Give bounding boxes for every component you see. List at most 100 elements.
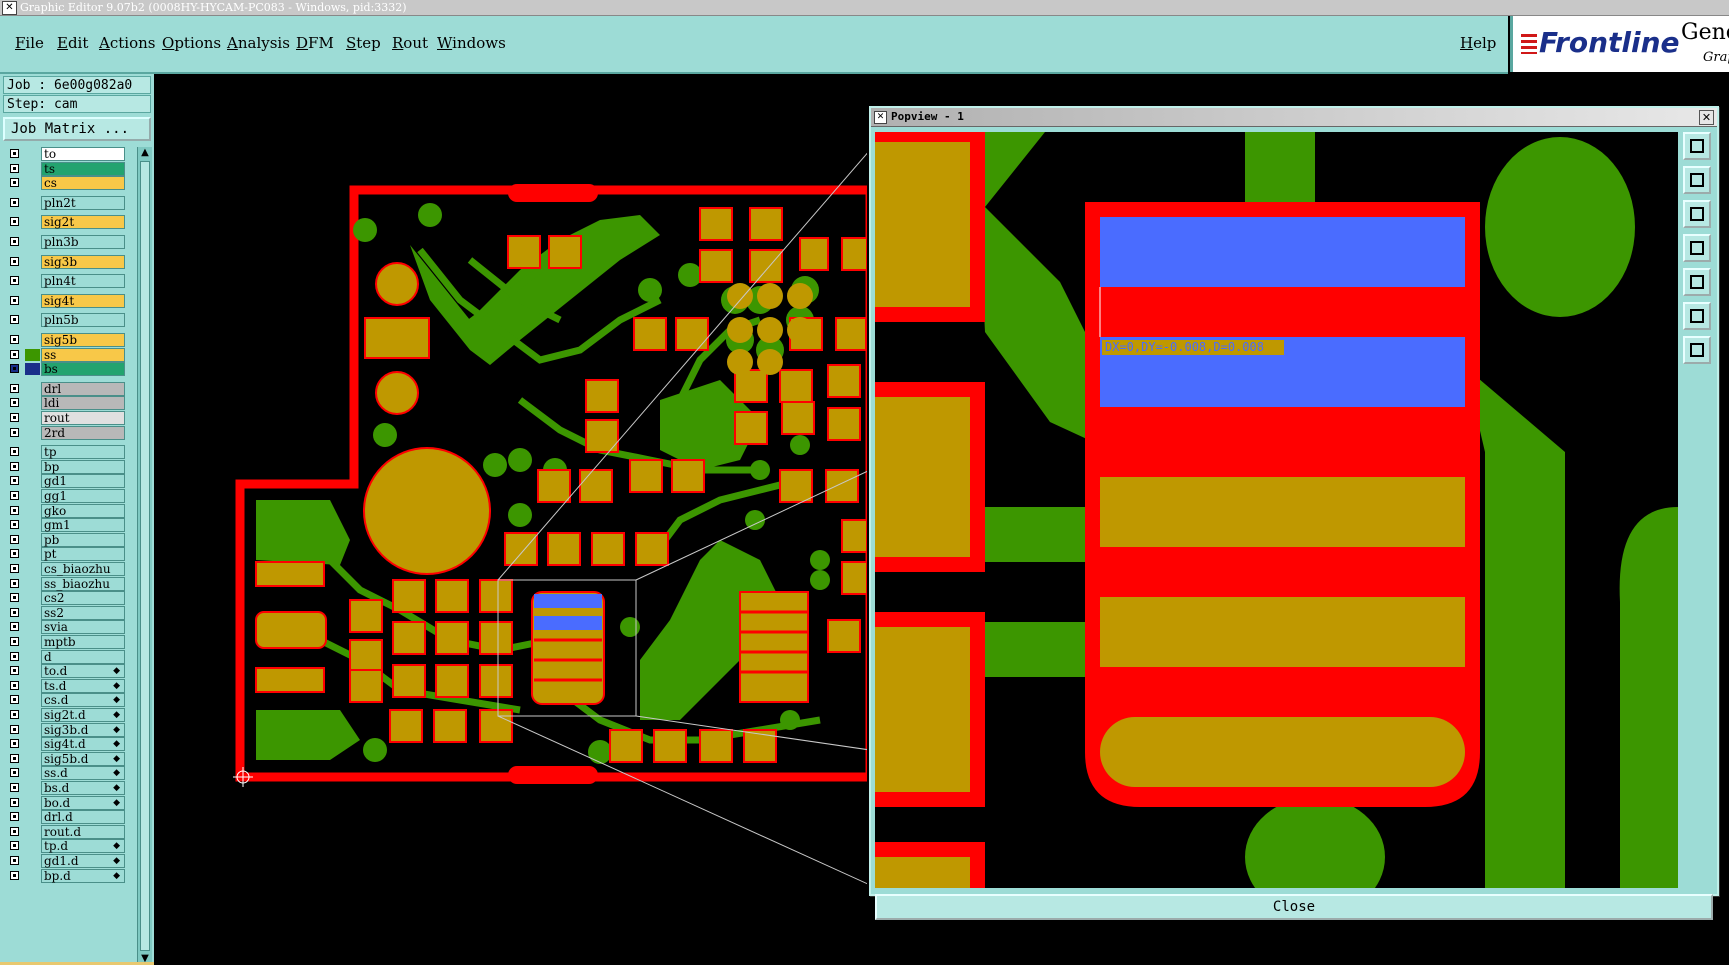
layer-checkbox[interactable] [10,256,19,266]
layer-checkbox[interactable] [10,549,19,559]
layer-checkbox[interactable] [10,768,19,778]
layer-checkbox[interactable] [10,197,19,207]
layer-checkbox[interactable] [10,739,19,749]
layer-row[interactable]: ldi [3,396,127,411]
zoom-in-icon[interactable] [1683,336,1711,364]
layer-checkbox[interactable] [10,364,19,374]
layer-name[interactable]: bo.d ◆ [41,795,125,810]
layer-name[interactable]: ss2 [41,605,125,620]
menu-options[interactable]: Options [162,34,221,52]
layer-row[interactable]: bp [3,459,127,474]
job-matrix-button[interactable]: Job Matrix ... [3,117,151,141]
layer-name[interactable]: sig2t.d ◆ [41,708,125,722]
layer-row[interactable]: pt [3,547,127,562]
fit-window-icon[interactable] [1683,132,1711,160]
layer-row[interactable]: pln4t [3,274,127,289]
layer-name[interactable]: cs_biaozhu [41,562,125,576]
layer-checkbox[interactable] [10,856,19,865]
menu-windows[interactable]: Windows [437,34,506,52]
layer-row[interactable]: rout [3,411,127,425]
layer-name[interactable]: pb [41,532,125,547]
layer-name[interactable]: pln4t [41,274,125,289]
close-button[interactable]: Close [875,894,1713,920]
layer-row[interactable]: ts.d ◆ [3,678,127,693]
layer-name[interactable]: gm1 [41,518,125,533]
layer-checkbox[interactable] [10,315,19,325]
close-icon[interactable]: ✕ [1699,110,1714,125]
layer-name[interactable]: sig4t [41,293,125,308]
layer-name[interactable]: gko [41,503,125,518]
layer-checkbox[interactable] [10,447,19,457]
layer-name[interactable]: sig5b [41,333,125,347]
layer-row[interactable]: cs2 [3,591,127,606]
menu-step[interactable]: Step [346,34,381,52]
layer-row[interactable]: ss_biaozhu [3,576,127,591]
layer-checkbox[interactable] [10,812,19,822]
layer-name[interactable]: 2rd [41,425,125,440]
layer-checkbox[interactable] [10,695,19,705]
layer-name[interactable]: ss [41,347,125,362]
layer-name[interactable]: ts.d ◆ [41,678,125,693]
layer-checkbox[interactable] [10,534,19,544]
layer-row[interactable]: sig3b.d ◆ [3,722,127,737]
layer-checkbox[interactable] [10,505,19,515]
menu-rout[interactable]: Rout [392,34,428,52]
layer-name[interactable]: bs [41,362,125,377]
layer-checkbox[interactable] [10,753,19,763]
scroll-up-icon[interactable]: ▲ [139,147,151,159]
layer-name[interactable]: cs [41,176,125,191]
layer-checkbox[interactable] [10,607,19,617]
layer-name[interactable]: pln3b [41,235,125,249]
layer-row[interactable]: gd1 [3,474,127,489]
layer-name[interactable]: sig3b.d ◆ [41,722,125,737]
layer-checkbox[interactable] [10,163,19,173]
layer-checkbox[interactable] [10,637,19,646]
layer-checkbox[interactable] [10,841,19,851]
layer-row[interactable]: ss.d ◆ [3,766,127,781]
layer-checkbox[interactable] [10,295,19,305]
layer-checkbox[interactable] [10,217,19,227]
layer-row[interactable]: sig4t.d ◆ [3,737,127,752]
layer-name[interactable]: sig5b.d ◆ [41,751,125,766]
layer-row[interactable]: svia [3,620,127,635]
layer-checkbox[interactable] [10,666,19,676]
layer-row[interactable]: ss [3,347,127,362]
layer-checkbox[interactable] [10,149,19,158]
layer-row[interactable]: rout.d [3,824,127,839]
layer-name[interactable]: drl.d [41,810,125,825]
app-icon[interactable]: ✕ [2,1,17,15]
pan-up-icon[interactable] [1683,166,1711,194]
layer-checkbox[interactable] [10,710,19,719]
layer-row[interactable]: pb [3,532,127,547]
pan-left-icon[interactable] [1683,234,1711,262]
layer-row[interactable]: gm1 [3,518,127,533]
layer-checkbox[interactable] [10,520,19,530]
layer-checkbox[interactable] [10,724,19,734]
layer-checkbox[interactable] [10,593,19,603]
layer-checkbox[interactable] [10,651,19,661]
layer-name[interactable]: bp [41,459,125,474]
layer-name[interactable]: bp.d ◆ [41,868,125,883]
layer-row[interactable]: drl.d [3,810,127,825]
layer-row[interactable]: to [3,147,127,161]
layer-checkbox[interactable] [10,383,19,393]
layer-name[interactable]: gd1.d ◆ [41,854,125,868]
layer-name[interactable]: ts [41,161,125,176]
layer-checkbox[interactable] [10,398,19,408]
layer-name[interactable]: tp [41,445,125,460]
layer-checkbox[interactable] [10,870,19,880]
layer-name[interactable]: gg1 [41,489,125,503]
layer-row[interactable]: ts [3,161,127,176]
menu-edit[interactable]: Edit [57,34,88,52]
layer-checkbox[interactable] [10,783,19,792]
graphic-canvas[interactable] [157,74,867,965]
layer-row[interactable]: tp [3,445,127,460]
layer-name[interactable]: ss.d ◆ [41,766,125,781]
layer-checkbox[interactable] [10,335,19,344]
layer-name[interactable]: cs2 [41,591,125,606]
layer-row[interactable]: to.d ◆ [3,664,127,679]
layer-name[interactable]: rout.d [41,824,125,839]
layer-row[interactable]: cs.d ◆ [3,693,127,708]
layer-name[interactable]: pln5b [41,313,125,328]
layer-name[interactable]: mptb [41,635,125,649]
